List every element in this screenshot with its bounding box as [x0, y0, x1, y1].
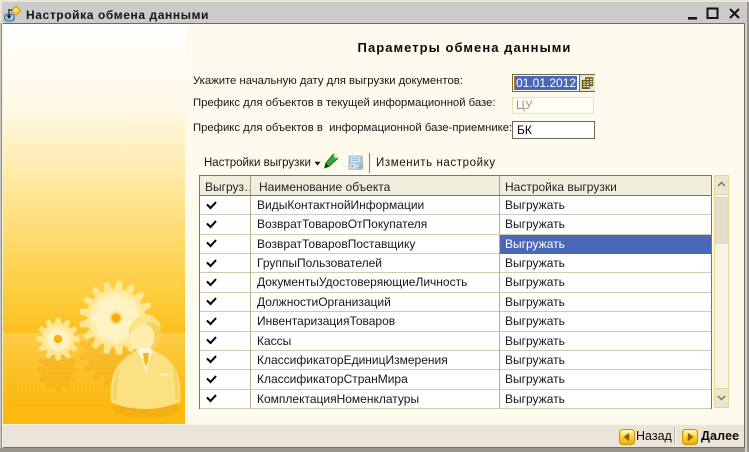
svg-text:ОК: ОК	[355, 163, 364, 170]
